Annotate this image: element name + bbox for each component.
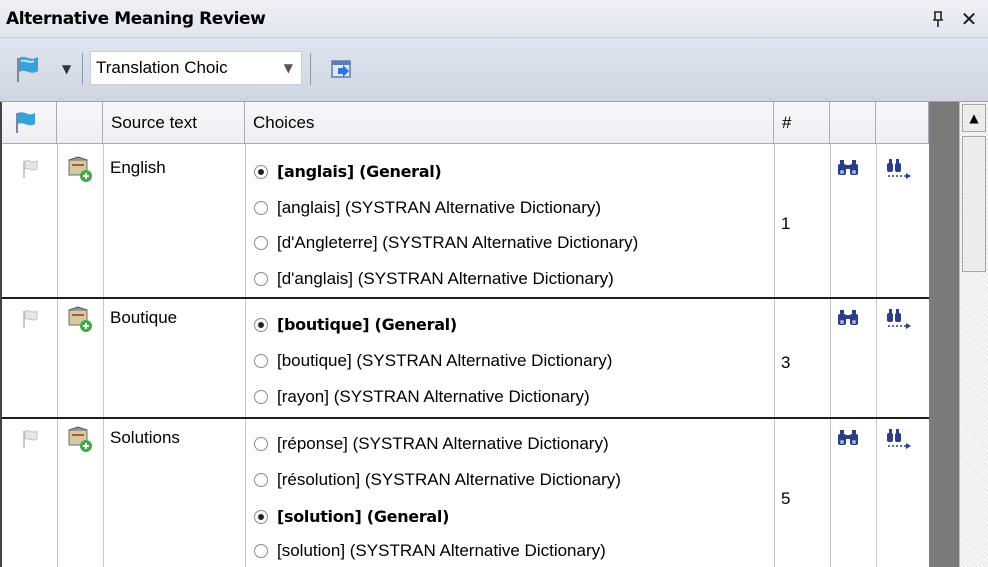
- column-divider: [57, 144, 58, 567]
- row-divider: [2, 417, 929, 419]
- choice-option[interactable]: [boutique] (SYSTRAN Alternative Dictiona…: [254, 351, 612, 377]
- choice-option[interactable]: [anglais] (General): [254, 162, 442, 188]
- radio-button[interactable]: [254, 510, 268, 524]
- toolbar-separator: [310, 53, 311, 85]
- choice-option[interactable]: [d'anglais] (SYSTRAN Alternative Diction…: [254, 269, 614, 295]
- apply-icon: [331, 60, 351, 78]
- column-header-action[interactable]: [57, 102, 103, 144]
- filter-dropdown-value: Translation Choic: [96, 58, 228, 77]
- flag-dropdown-chevron-down-icon[interactable]: ▼: [62, 62, 71, 76]
- column-header-flag[interactable]: [2, 102, 57, 144]
- apply-button[interactable]: [326, 53, 358, 83]
- radio-button[interactable]: [254, 544, 268, 558]
- dictionary-add-icon[interactable]: [66, 305, 94, 337]
- radio-button[interactable]: [254, 390, 268, 404]
- dictionary-add-icon[interactable]: [66, 155, 94, 187]
- count-cell: 3: [781, 353, 791, 372]
- column-header-source-text[interactable]: Source text: [103, 102, 245, 144]
- column-header-find-next[interactable]: [876, 102, 929, 144]
- binoculars-icon[interactable]: [836, 428, 860, 452]
- source-text-cell: English: [110, 158, 166, 177]
- radio-button[interactable]: [254, 165, 268, 179]
- column-divider: [830, 144, 831, 567]
- scrollbar-thumb[interactable]: [962, 136, 986, 272]
- panel-title-bar: Alternative Meaning Review ✕: [0, 0, 988, 38]
- find-next-icon[interactable]: [884, 428, 914, 454]
- column-divider: [876, 144, 877, 567]
- find-next-icon[interactable]: [884, 308, 914, 334]
- chevron-down-icon[interactable]: ▼: [284, 61, 293, 75]
- pin-icon[interactable]: [930, 10, 946, 28]
- binoculars-icon[interactable]: [836, 308, 860, 332]
- column-divider: [245, 144, 246, 567]
- radio-button[interactable]: [254, 201, 268, 215]
- find-next-icon[interactable]: [884, 158, 914, 184]
- binoculars-icon[interactable]: [836, 158, 860, 182]
- scroll-up-arrow-icon[interactable]: ▲: [962, 104, 986, 132]
- vertical-scrollbar[interactable]: ▲: [959, 102, 988, 567]
- radio-button[interactable]: [254, 473, 268, 487]
- radio-button[interactable]: [254, 318, 268, 332]
- flag-icon: [16, 112, 35, 133]
- column-header-count[interactable]: #: [774, 102, 830, 144]
- source-text-cell: Boutique: [110, 308, 178, 327]
- choice-option[interactable]: [d'Angleterre] (SYSTRAN Alternative Dict…: [254, 233, 638, 259]
- toolbar-flag-icon[interactable]: [12, 52, 48, 86]
- column-divider: [103, 144, 104, 567]
- filter-dropdown[interactable]: Translation Choic ▼: [90, 51, 302, 85]
- column-divider: [774, 144, 775, 567]
- radio-button[interactable]: [254, 354, 268, 368]
- row-divider: [2, 297, 929, 299]
- choice-option[interactable]: [solution] (SYSTRAN Alternative Dictiona…: [254, 541, 606, 567]
- flag-icon[interactable]: [20, 308, 42, 334]
- source-text-cell: Solutions: [110, 428, 180, 447]
- column-header-choices[interactable]: Choices: [245, 102, 774, 144]
- count-cell: 5: [781, 489, 791, 508]
- radio-button[interactable]: [254, 437, 268, 451]
- flag-icon[interactable]: [20, 158, 42, 184]
- count-cell: 1: [781, 214, 791, 233]
- choice-option[interactable]: [résolution] (SYSTRAN Alternative Dictio…: [254, 470, 621, 496]
- choice-option[interactable]: [réponse] (SYSTRAN Alternative Dictionar…: [254, 434, 609, 460]
- choice-option[interactable]: [anglais] (SYSTRAN Alternative Dictionar…: [254, 198, 601, 224]
- radio-button[interactable]: [254, 272, 268, 286]
- choice-option[interactable]: [solution] (General): [254, 507, 449, 533]
- choice-option[interactable]: [boutique] (General): [254, 315, 457, 341]
- close-icon[interactable]: ✕: [958, 8, 980, 30]
- grid-empty-area: [929, 102, 959, 567]
- panel-title: Alternative Meaning Review: [6, 9, 266, 29]
- radio-button[interactable]: [254, 236, 268, 250]
- toolbar-separator: [82, 53, 83, 85]
- choice-option[interactable]: [rayon] (SYSTRAN Alternative Dictionary): [254, 387, 590, 413]
- flag-icon[interactable]: [20, 428, 42, 454]
- dictionary-add-icon[interactable]: [66, 425, 94, 457]
- column-header-find[interactable]: [830, 102, 876, 144]
